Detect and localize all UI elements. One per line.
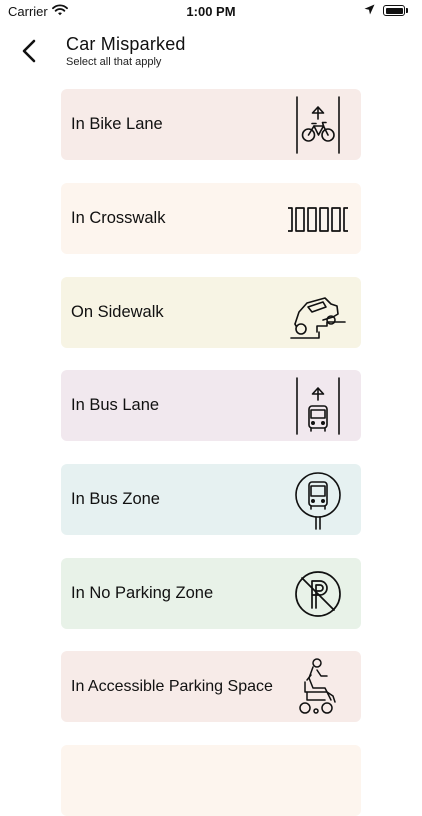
option-no-parking[interactable]: In No Parking Zone bbox=[61, 558, 361, 629]
page-subtitle: Select all that apply bbox=[66, 56, 162, 68]
status-time: 1:00 PM bbox=[186, 4, 236, 19]
bus-stop-sign-icon bbox=[287, 469, 349, 531]
option-partial[interactable] bbox=[61, 745, 361, 816]
location-arrow-icon bbox=[364, 3, 375, 18]
option-label: In Crosswalk bbox=[71, 209, 166, 227]
option-sidewalk[interactable]: On Sidewalk bbox=[61, 277, 361, 348]
battery-tip bbox=[406, 8, 408, 13]
sidewalk-car-icon bbox=[287, 282, 349, 344]
option-label: In Bus Zone bbox=[71, 490, 160, 508]
option-bike-lane[interactable]: In Bike Lane bbox=[61, 89, 361, 160]
bus-lane-icon bbox=[287, 375, 349, 437]
chevron-left-icon bbox=[22, 39, 36, 63]
page-title: Car Misparked bbox=[66, 34, 186, 54]
option-bus-zone[interactable]: In Bus Zone bbox=[61, 464, 361, 535]
option-accessible-parking[interactable]: In Accessible Parking Space bbox=[61, 651, 361, 722]
status-right bbox=[364, 3, 408, 18]
status-bar: Carrier 1:00 PM bbox=[0, 0, 422, 22]
battery-icon bbox=[383, 5, 405, 16]
option-label: On Sidewalk bbox=[71, 303, 164, 321]
crosswalk-icon bbox=[287, 188, 349, 250]
back-button[interactable] bbox=[14, 34, 48, 68]
accessible-parking-icon bbox=[287, 656, 349, 718]
option-bus-lane[interactable]: In Bus Lane bbox=[61, 370, 361, 441]
option-label: In Bus Lane bbox=[71, 396, 160, 414]
no-parking-icon bbox=[287, 563, 349, 625]
option-label: In Accessible Parking Space bbox=[71, 677, 273, 695]
option-label: In No Parking Zone bbox=[71, 584, 214, 602]
option-crosswalk[interactable]: In Crosswalk bbox=[61, 183, 361, 254]
option-label: In Bike Lane bbox=[71, 115, 163, 133]
bike-lane-icon bbox=[287, 94, 349, 156]
header: Car Misparked Select all that apply bbox=[0, 26, 422, 76]
